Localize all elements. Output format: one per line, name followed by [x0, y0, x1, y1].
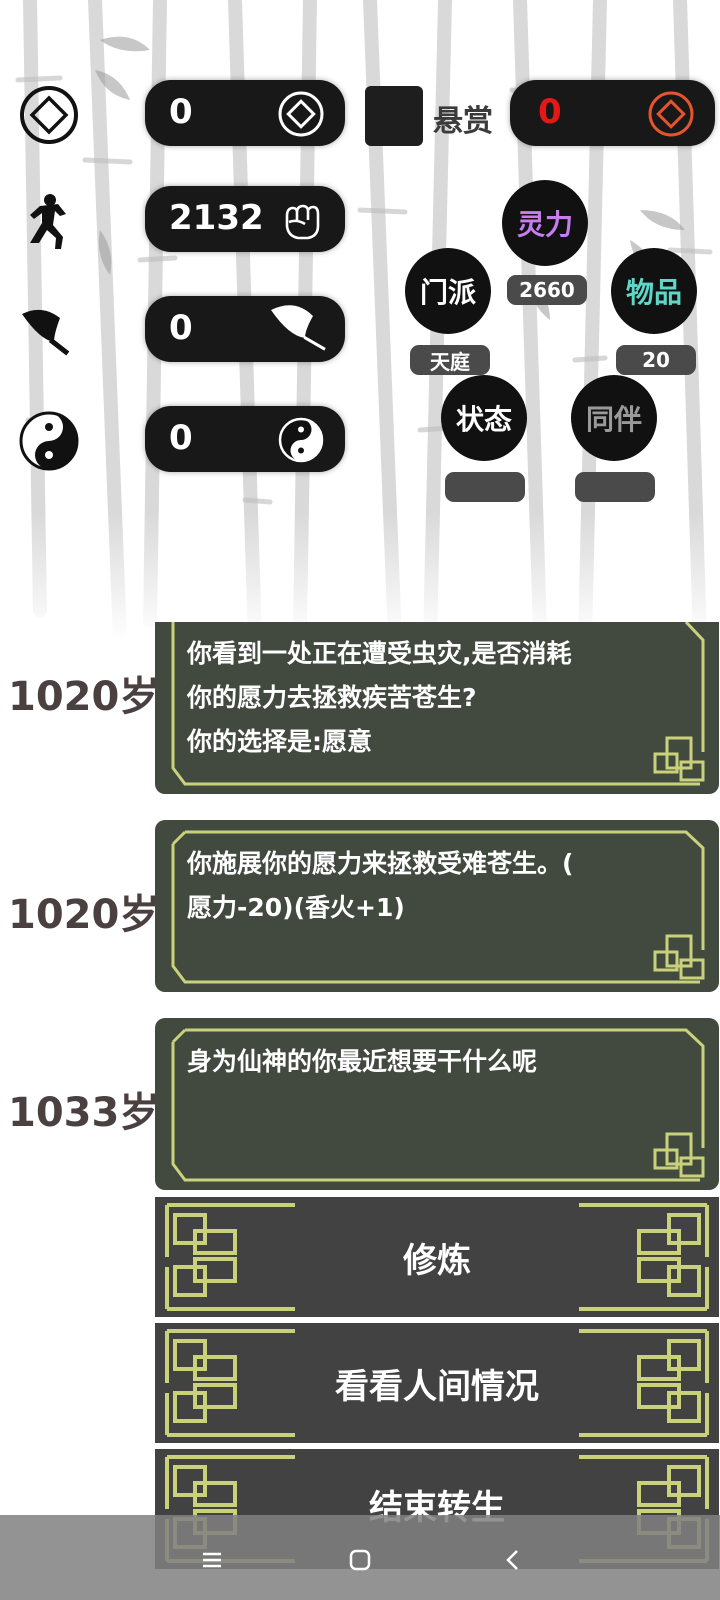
spirit-label: 灵力 [516, 208, 573, 241]
recent-apps-icon[interactable] [197, 1545, 227, 1575]
yin-yang-icon [278, 417, 324, 463]
currency-counter: 0 [145, 80, 345, 146]
system-nav-bar [0, 1515, 720, 1600]
yin-yang-icon [19, 411, 79, 471]
log-line: 你施展你的愿力来拯救受难苍生。( [187, 849, 574, 878]
choice-label: 修炼 [403, 1240, 471, 1281]
companion-button[interactable]: 同伴 [571, 375, 657, 461]
back-icon[interactable] [498, 1545, 528, 1575]
items-button[interactable]: 物品 [611, 248, 697, 334]
bounty-label: 悬赏 [433, 104, 493, 139]
log-entry: 你看到一处正在遭受虫灾,是否消耗 你的愿力去拯救疾苦苍生? 你的选择是:愿意 [155, 622, 719, 794]
items-badge: 20 [616, 345, 696, 375]
log-line: 身为仙神的你最近想要干什么呢 [187, 1047, 538, 1076]
bounty-coin-icon [648, 91, 694, 137]
taiji-value: 0 [169, 418, 193, 458]
log-entry: 身为仙神的你最近想要干什么呢 [155, 1018, 719, 1190]
martial-artist-icon [30, 194, 66, 249]
currency-value: 0 [169, 92, 193, 132]
log-line: 你的选择是:愿意 [187, 727, 372, 756]
spirit-button[interactable]: 灵力 [502, 180, 588, 266]
status-button[interactable]: 状态 [441, 375, 527, 461]
faith-value: 0 [169, 308, 193, 348]
diamond-coin-icon [20, 86, 78, 144]
feather-fan-icon [271, 305, 326, 351]
log-line: 你的愿力去拯救疾苦苍生? [187, 683, 477, 712]
status-label: 状态 [455, 403, 512, 436]
log-age: 1020岁 [8, 674, 160, 720]
sect-badge: 天庭 [410, 345, 490, 375]
companion-label: 同伴 [585, 403, 642, 436]
feather-fan-icon [22, 309, 70, 356]
choice-observe-world-button[interactable]: 看看人间情况 [155, 1323, 719, 1443]
taiji-counter: 0 [145, 406, 345, 472]
log-line: 愿力-20)(香火+1) [187, 893, 405, 922]
log-line: 你看到一处正在遭受虫灾,是否消耗 [187, 639, 572, 668]
power-value: 2132 [169, 198, 264, 238]
sect-label: 门派 [419, 276, 476, 309]
log-age: 1033岁 [8, 1090, 160, 1136]
log-entry: 你施展你的愿力来拯救受难苍生。( 愿力-20)(香火+1) [155, 820, 719, 992]
bounty-emblem [365, 86, 423, 146]
log-age: 1020岁 [8, 892, 160, 938]
bounty-counter[interactable]: 0 [510, 80, 715, 146]
choice-label: 看看人间情况 [335, 1366, 539, 1407]
fist-icon [285, 204, 320, 240]
companion-badge [575, 472, 655, 502]
diamond-coin-icon [278, 91, 324, 137]
power-counter: 2132 [145, 186, 345, 252]
spirit-badge: 2660 [507, 275, 587, 305]
bounty-value: 0 [538, 92, 562, 132]
items-label: 物品 [625, 276, 682, 309]
faith-counter: 0 [145, 296, 345, 362]
sect-button[interactable]: 门派 [405, 248, 491, 334]
home-icon[interactable] [345, 1545, 375, 1575]
choice-cultivate-button[interactable]: 修炼 [155, 1197, 719, 1317]
status-badge [445, 472, 525, 502]
